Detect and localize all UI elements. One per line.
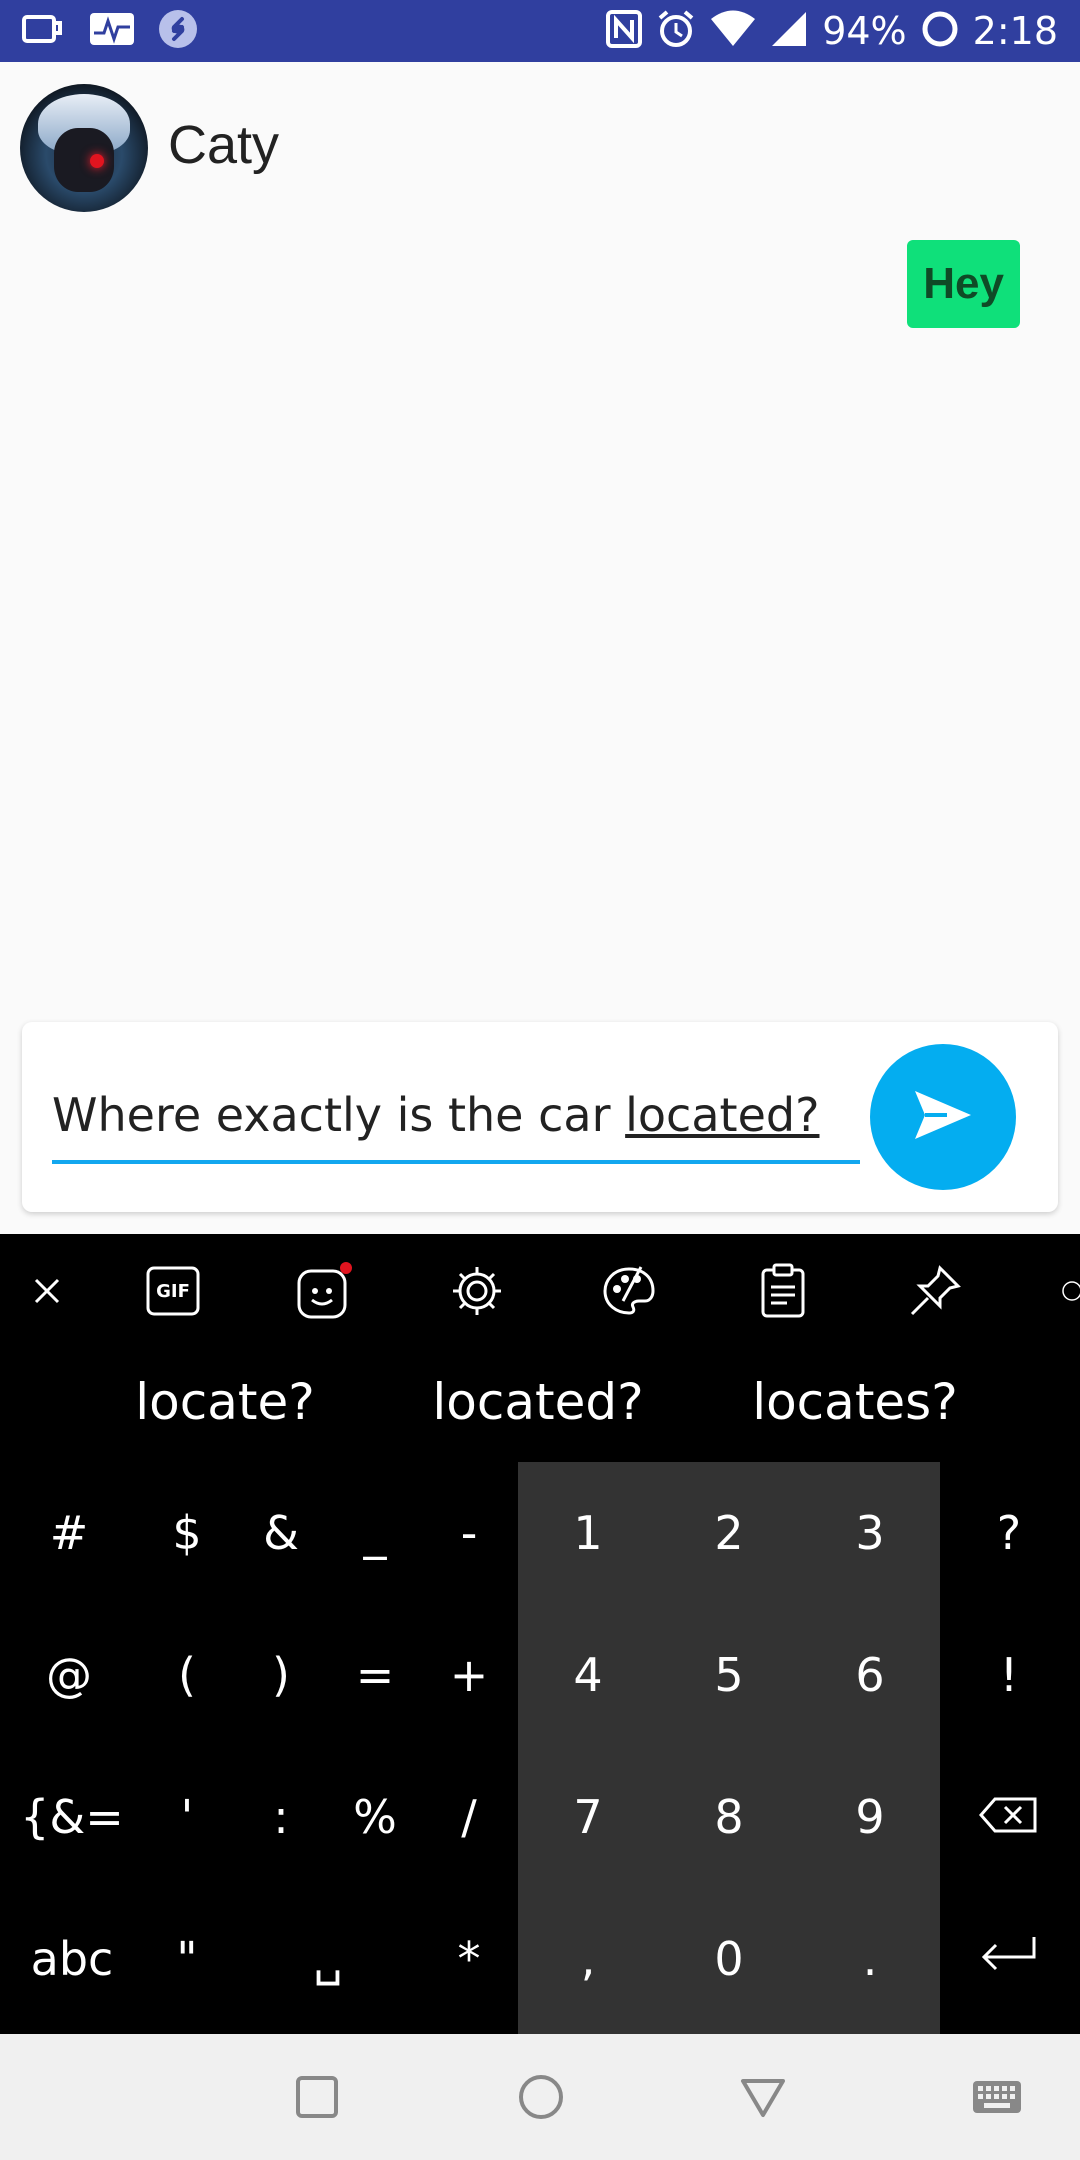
key-colon[interactable]: : [234,1746,328,1888]
gif-label: GIF [156,1280,190,1302]
clipboard-icon[interactable] [754,1262,812,1320]
alarm-icon [656,9,696,53]
nfc-icon [606,10,643,52]
suggestion-3[interactable]: locates? [690,1346,1020,1458]
key-slash[interactable]: / [422,1746,516,1888]
input-text-composing: located? [625,1088,820,1142]
close-icon[interactable] [18,1262,76,1320]
key-at[interactable]: @ [22,1604,116,1746]
key-7[interactable]: 7 [518,1746,658,1888]
composer: Where exactly is the car located? [22,1022,1058,1212]
back-button[interactable] [728,2062,798,2132]
key-paren-close[interactable]: ) [234,1604,328,1746]
key-hash[interactable]: # [22,1462,116,1604]
key-asterisk[interactable]: * [422,1888,516,2030]
battery-icon [921,10,959,52]
send-icon [911,1087,975,1147]
key-question[interactable]: ? [962,1462,1056,1604]
key-dollar[interactable]: $ [140,1462,234,1604]
key-9[interactable]: 9 [800,1746,940,1888]
theme-palette-icon[interactable] [600,1262,658,1320]
send-button[interactable] [870,1044,1016,1190]
key-paren-open[interactable]: ( [140,1604,234,1746]
pin-icon[interactable] [906,1262,964,1320]
sticker-icon[interactable] [296,1262,354,1320]
keyboard-switch-icon[interactable] [962,2062,1032,2132]
shazam-icon [158,9,198,53]
navigation-bar [0,2034,1080,2160]
key-1[interactable]: 1 [518,1462,658,1604]
status-icons-right: 94% 2:18 [606,0,1058,62]
battery-percent: 94% [822,9,907,53]
suggestion-1[interactable]: locate? [60,1346,390,1458]
key-space[interactable]: ␣ [234,1888,422,2030]
signal-icon [770,10,808,52]
recents-button[interactable] [282,2062,352,2132]
key-exclamation[interactable]: ! [962,1604,1056,1746]
contact-name: Caty [168,115,280,175]
key-more-symbols[interactable]: {&= [20,1746,124,1888]
clock: 2:18 [972,9,1058,53]
settings-icon[interactable] [448,1262,506,1320]
wifi-icon [710,10,756,52]
input-text: Where exactly is the car [52,1088,626,1142]
key-2[interactable]: 2 [659,1462,799,1604]
key-equals[interactable]: = [328,1604,422,1746]
status-bar: 94% 2:18 [0,0,1080,62]
key-6[interactable]: 6 [800,1604,940,1746]
avatar[interactable] [20,84,148,212]
key-comma[interactable]: , [518,1888,658,2030]
key-abc[interactable]: abc [22,1888,122,2030]
home-button[interactable] [506,2062,576,2132]
key-8[interactable]: 8 [659,1746,799,1888]
backspace-icon [979,1790,1039,1844]
keyboard-toolbar: GIF [0,1234,1080,1346]
key-quote[interactable]: " [140,1888,234,2030]
gif-button[interactable]: GIF [144,1262,202,1320]
message-input[interactable]: Where exactly is the car located? [52,1088,860,1164]
key-minus[interactable]: - [422,1462,516,1604]
key-4[interactable]: 4 [518,1604,658,1746]
key-enter[interactable] [962,1888,1056,2030]
key-5[interactable]: 5 [659,1604,799,1746]
key-ampersand[interactable]: & [234,1462,328,1604]
chat-header: Caty [0,62,1080,232]
key-plus[interactable]: + [422,1604,516,1746]
keyboard: GIF locate? located? locates? # $ & _ - … [0,1234,1080,2034]
key-apostrophe[interactable]: ' [140,1746,234,1888]
enter-icon [980,1932,1038,1986]
suggestion-2[interactable]: located? [378,1346,698,1458]
key-0[interactable]: 0 [659,1888,799,2030]
suggestion-strip: locate? located? locates? [0,1346,1080,1458]
key-underscore[interactable]: _ [328,1462,422,1604]
more-toolbar-icon[interactable] [1060,1262,1080,1320]
key-period[interactable]: . [800,1888,940,2030]
key-backspace[interactable] [962,1746,1056,1888]
activity-icon [90,11,134,51]
key-3[interactable]: 3 [800,1462,940,1604]
key-percent[interactable]: % [328,1746,422,1888]
cup-icon [22,11,66,51]
message-bubble-sent: Hey [907,240,1020,328]
status-icons-left [22,8,198,54]
